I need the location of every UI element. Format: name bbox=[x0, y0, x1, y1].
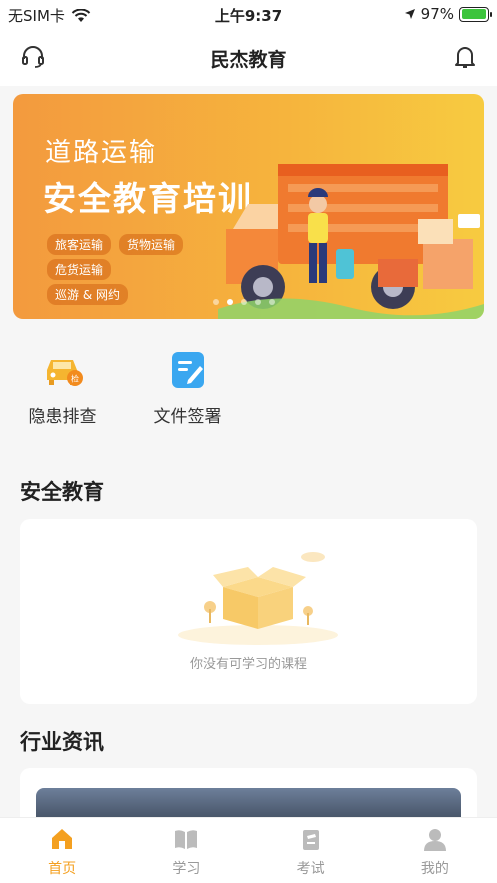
news-section-title: 行业资讯 bbox=[20, 730, 104, 754]
empty-course-text: 你没有可学习的课程 bbox=[189, 657, 307, 672]
shortcut-label: 文件签署 bbox=[153, 407, 222, 427]
exam-icon bbox=[302, 830, 319, 850]
banner-subtitle: 道路运输 bbox=[45, 138, 158, 168]
location-arrow-icon bbox=[404, 9, 415, 19]
tab-label: 学习 bbox=[172, 861, 201, 877]
empty-box-illustration bbox=[178, 552, 338, 645]
carousel-dot[interactable] bbox=[241, 299, 247, 305]
status-bar: 无SIM卡 上午9:37 97% bbox=[0, 0, 497, 30]
carousel-dots bbox=[213, 299, 275, 305]
user-icon bbox=[423, 829, 446, 851]
svg-text:检: 检 bbox=[71, 374, 79, 384]
tab-study[interactable]: 学习 bbox=[124, 818, 248, 883]
tab-profile[interactable]: 我的 bbox=[373, 818, 497, 883]
promo-banner[interactable]: 道路运输 安全教育培训 旅客运输 货物运输 危货运输 巡游 & 网约 bbox=[13, 94, 484, 319]
shortcut-label: 隐患排查 bbox=[28, 407, 97, 427]
carousel-dot[interactable] bbox=[227, 299, 233, 305]
tab-exam[interactable]: 考试 bbox=[249, 818, 373, 883]
page-title: 民杰教育 bbox=[210, 49, 287, 71]
tab-label: 考试 bbox=[296, 861, 325, 877]
banner-tag: 货物运输 bbox=[119, 234, 184, 255]
home-icon bbox=[52, 829, 73, 849]
banner-tag: 巡游 & 网约 bbox=[47, 284, 128, 305]
course-empty-card: 你没有可学习的课程 bbox=[20, 519, 477, 704]
bottom-tab-bar: 首页 学习 考试 我的 bbox=[0, 817, 497, 883]
carousel-dot[interactable] bbox=[213, 299, 219, 305]
banner-tag: 危货运输 bbox=[47, 259, 112, 280]
banner-tags: 旅客运输 货物运输 危货运输 巡游 & 网约 bbox=[47, 234, 197, 305]
hazard-inspection-button[interactable]: 检 隐患排查 bbox=[20, 348, 105, 427]
document-sign-icon bbox=[171, 352, 204, 388]
truck-illustration bbox=[218, 164, 484, 319]
tab-label: 我的 bbox=[420, 861, 449, 877]
document-sign-button[interactable]: 文件签署 bbox=[145, 348, 230, 427]
battery-icon bbox=[459, 6, 492, 22]
car-inspection-icon: 检 bbox=[46, 360, 83, 386]
bell-icon[interactable] bbox=[453, 44, 477, 70]
safety-section-title: 安全教育 bbox=[20, 480, 104, 504]
carousel-dot[interactable] bbox=[269, 299, 275, 305]
banner-tag: 旅客运输 bbox=[47, 234, 112, 255]
book-icon bbox=[175, 830, 198, 849]
tab-label: 首页 bbox=[48, 861, 77, 877]
app-header: 民杰教育 bbox=[0, 30, 497, 86]
tab-home[interactable]: 首页 bbox=[0, 818, 124, 883]
battery-percent: 97% bbox=[420, 5, 454, 23]
shortcut-grid: 检 隐患排查 文件签署 bbox=[20, 348, 230, 427]
carousel-dot[interactable] bbox=[255, 299, 261, 305]
